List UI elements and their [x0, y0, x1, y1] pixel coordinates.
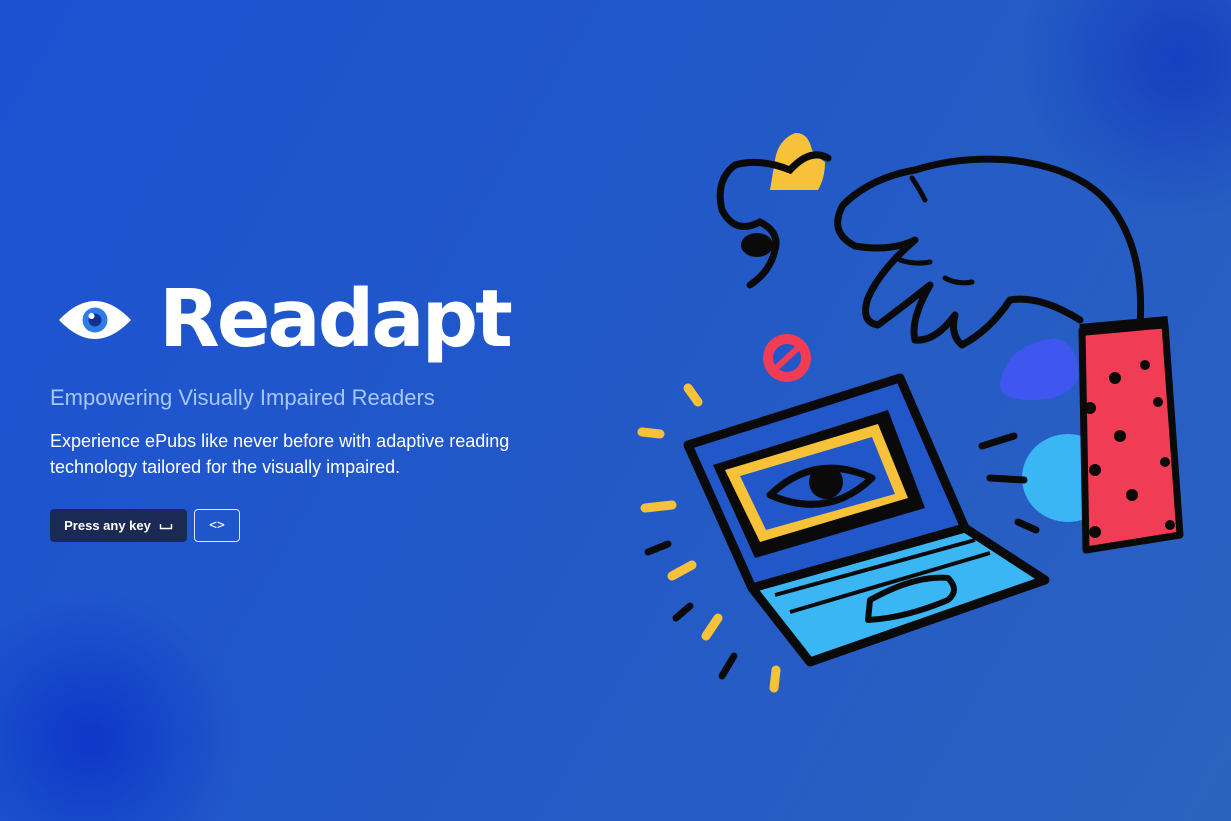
press-any-key-button[interactable]: Press any key — [50, 509, 187, 542]
brand-name: Readapt — [159, 273, 513, 365]
code-button[interactable]: <> — [194, 509, 240, 542]
code-icon: <> — [209, 518, 225, 533]
brand-header: Readapt — [57, 273, 513, 365]
eye-icon — [59, 300, 131, 339]
hand-laptop-eye-illustration — [637, 132, 1184, 693]
tagline: Empowering Visually Impaired Readers — [50, 385, 435, 410]
hero-description: Experience ePubs like never before with … — [50, 431, 510, 477]
press-any-key-label: Press any key — [64, 518, 151, 533]
spacebar-icon — [159, 523, 173, 529]
